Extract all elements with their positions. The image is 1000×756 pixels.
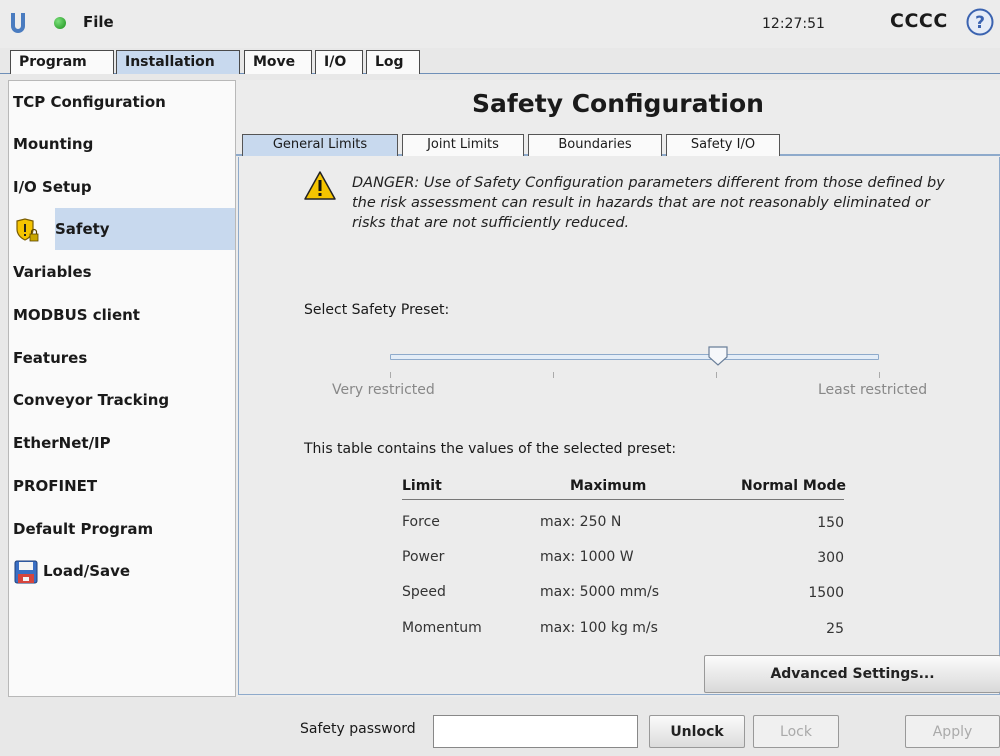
safety-configuration-panel: Safety Configuration General Limits Join…: [236, 80, 1000, 697]
unlock-button[interactable]: Unlock: [649, 715, 745, 748]
danger-warning-text: DANGER: Use of Safety Configuration para…: [352, 175, 945, 231]
tab-safety-io[interactable]: Safety I/O: [666, 134, 780, 156]
table-cell-limit: Momentum: [402, 620, 482, 636]
slider-tick: [879, 372, 880, 378]
top-bar: File 12:27:51 CCCC ?: [0, 0, 1000, 48]
ur-logo-icon: [11, 13, 25, 33]
file-menu[interactable]: File: [83, 13, 114, 31]
sidebar-item-profinet[interactable]: PROFINET: [9, 465, 235, 507]
table-cell-maximum: max: 5000 mm/s: [540, 584, 660, 600]
svg-text:?: ?: [975, 13, 985, 33]
robot-status-indicator[interactable]: [54, 17, 66, 29]
tab-installation[interactable]: Installation: [116, 50, 240, 74]
sidebar-item-tcp-configuration[interactable]: TCP Configuration: [9, 81, 235, 123]
apply-button[interactable]: Apply: [905, 715, 1000, 748]
robot-name: CCCC: [890, 10, 948, 32]
main-tab-bar: Program Installation Move I/O Log: [0, 48, 1000, 74]
table-cell-limit: Speed: [402, 584, 446, 600]
safety-preset-label: Select Safety Preset:: [304, 302, 450, 318]
tab-joint-limits[interactable]: Joint Limits: [402, 134, 524, 156]
clock: 12:27:51: [762, 16, 825, 32]
sidebar-item-default-program[interactable]: Default Program: [9, 508, 235, 550]
slider-tick: [716, 372, 717, 378]
safety-preset-slider-handle[interactable]: [708, 346, 728, 366]
column-header-normal-mode: Normal Mode: [740, 478, 846, 494]
general-limits-content: DANGER: Use of Safety Configuration para…: [238, 157, 1000, 695]
slider-tick: [553, 372, 554, 378]
slider-max-label: Least restricted: [818, 382, 928, 398]
shield-lock-icon: [16, 218, 39, 242]
table-cell-normal-mode: 150: [817, 515, 844, 531]
sidebar-item-ethernet-ip[interactable]: EtherNet/IP: [9, 422, 235, 464]
sidebar-item-modbus-client[interactable]: MODBUS client: [9, 294, 235, 336]
bottom-bar: Safety password Unlock Lock Apply: [0, 703, 1000, 756]
table-cell-limit: Force: [402, 514, 440, 530]
installation-sidebar: TCP Configuration Mounting I/O Setup Saf…: [8, 80, 236, 697]
table-cell-maximum: max: 100 kg m/s: [540, 620, 658, 636]
tab-program[interactable]: Program: [10, 50, 114, 74]
table-cell-maximum: max: 1000 W: [540, 549, 634, 565]
lock-button[interactable]: Lock: [753, 715, 839, 748]
tab-boundaries[interactable]: Boundaries: [528, 134, 662, 156]
safety-preset-slider-track[interactable]: [390, 354, 879, 360]
sidebar-item-io-setup[interactable]: I/O Setup: [9, 166, 235, 208]
table-intro-text: This table contains the values of the se…: [304, 441, 677, 457]
tab-io[interactable]: I/O: [315, 50, 363, 74]
tab-log[interactable]: Log: [366, 50, 420, 74]
table-cell-maximum: max: 250 N: [540, 514, 622, 530]
safety-password-input[interactable]: [433, 715, 638, 748]
sidebar-item-variables[interactable]: Variables: [9, 251, 235, 293]
table-cell-normal-mode: 300: [817, 550, 844, 566]
table-cell-normal-mode: 1500: [808, 585, 844, 601]
sidebar-item-safety[interactable]: Safety: [55, 208, 235, 250]
safety-sub-tab-bar: General Limits Joint Limits Boundaries S…: [236, 132, 1000, 156]
sidebar-item-mounting[interactable]: Mounting: [9, 123, 235, 165]
sidebar-item-features[interactable]: Features: [9, 337, 235, 379]
sidebar-item-load-save[interactable]: Load/Save: [9, 550, 235, 592]
tab-general-limits[interactable]: General Limits: [242, 134, 398, 156]
tab-move[interactable]: Move: [244, 50, 312, 74]
slider-min-label: Very restricted: [332, 382, 435, 398]
warning-icon: [304, 171, 336, 200]
sidebar-item-conveyor-tracking[interactable]: Conveyor Tracking: [9, 379, 235, 421]
safety-password-label: Safety password: [300, 721, 416, 737]
slider-tick: [390, 372, 391, 378]
table-cell-limit: Power: [402, 549, 445, 565]
page-title: Safety Configuration: [472, 89, 764, 118]
column-header-limit: Limit: [402, 478, 442, 494]
table-header-divider: [402, 499, 844, 500]
column-header-maximum: Maximum: [570, 478, 647, 494]
help-icon[interactable]: ?: [966, 8, 994, 36]
advanced-settings-button[interactable]: Advanced Settings...: [704, 655, 1000, 693]
table-cell-normal-mode: 25: [826, 621, 844, 637]
